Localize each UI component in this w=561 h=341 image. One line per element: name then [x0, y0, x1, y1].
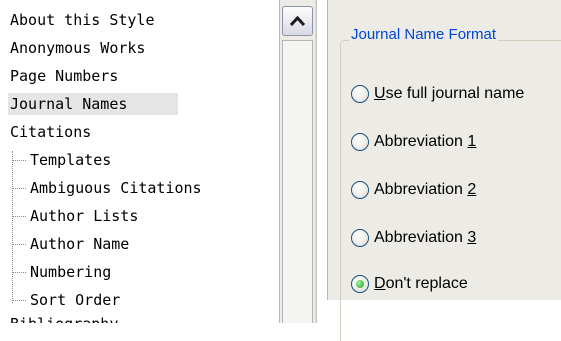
group-title: Journal Name Format — [349, 26, 499, 43]
tree-connector-line — [12, 151, 13, 303]
tree-item-label: Page Numbers — [10, 67, 119, 85]
scroll-up-button[interactable] — [282, 6, 313, 36]
radio-label: Don't replace — [374, 275, 468, 292]
radio-use-full-journal-name[interactable]: Use full journal name — [351, 82, 524, 106]
tree-item-label: Sort Order — [30, 291, 121, 309]
radio-label: Abbreviation 1 — [374, 133, 477, 150]
tree-item-label: About this Style — [10, 11, 155, 29]
tree-item-citations[interactable]: Citations — [8, 121, 93, 143]
tree-item-label: Author Lists — [30, 207, 139, 225]
tree-item-author-lists[interactable]: Author Lists — [28, 205, 140, 227]
tree-item-journal-names[interactable]: Journal Names — [8, 93, 178, 115]
tree-item-page-numbers[interactable]: Page Numbers — [8, 65, 120, 87]
tree-item-sort-order[interactable]: Sort Order — [28, 289, 122, 311]
options-panel: Journal Name Format Use full journal nam… — [316, 0, 561, 341]
tree-connector — [12, 188, 26, 189]
options-panel-background: Journal Name Format Use full journal nam… — [327, 0, 561, 341]
radio-label: Abbreviation 2 — [374, 181, 477, 198]
tree-item-label: Author Name — [30, 235, 130, 253]
radio-label: Abbreviation 3 — [374, 229, 477, 246]
tree-item-label: Journal Names — [10, 95, 128, 113]
radio-dont-replace[interactable]: Don't replace — [351, 272, 468, 296]
tree-connector — [12, 272, 26, 273]
tree-item-label: Citations — [10, 123, 92, 141]
style-sections-tree: About this Style Anonymous Works Page Nu… — [0, 0, 279, 323]
tree-item-label: Ambiguous Citations — [30, 179, 202, 197]
tree-item-label: Templates — [30, 151, 112, 169]
chevron-up-icon — [289, 15, 306, 27]
tree-item-templates[interactable]: Templates — [28, 149, 113, 171]
tree-item-label: Anonymous Works — [10, 39, 146, 57]
tree-item-ambiguous-citations[interactable]: Ambiguous Citations — [28, 177, 204, 199]
radio-button-icon[interactable] — [351, 133, 369, 151]
tree-item-bibliography[interactable]: Bibliography — [8, 313, 120, 323]
radio-abbreviation-1[interactable]: Abbreviation 1 — [351, 130, 476, 154]
radio-button-checked-icon[interactable] — [351, 275, 369, 293]
radio-abbreviation-2[interactable]: Abbreviation 2 — [351, 178, 476, 202]
tree-item-numbering[interactable]: Numbering — [28, 261, 113, 283]
tree-item-about-this-style[interactable]: About this Style — [8, 9, 157, 31]
radio-button-icon[interactable] — [351, 181, 369, 199]
tree-item-label: Bibliography — [10, 315, 118, 323]
tree-connector — [12, 300, 26, 301]
tree-item-label: Numbering — [30, 263, 112, 281]
tree-item-author-name[interactable]: Author Name — [28, 233, 131, 255]
radio-button-icon[interactable] — [351, 229, 369, 247]
scroll-track[interactable] — [282, 40, 313, 323]
tree-item-anonymous-works[interactable]: Anonymous Works — [8, 37, 147, 59]
tree-scrollbar[interactable] — [279, 0, 316, 323]
radio-abbreviation-3[interactable]: Abbreviation 3 — [351, 226, 476, 250]
radio-label: Use full journal name — [374, 85, 525, 102]
tree-connector — [12, 216, 26, 217]
tree-connector — [12, 160, 26, 161]
radio-button-icon[interactable] — [351, 85, 369, 103]
tree-connector — [12, 244, 26, 245]
